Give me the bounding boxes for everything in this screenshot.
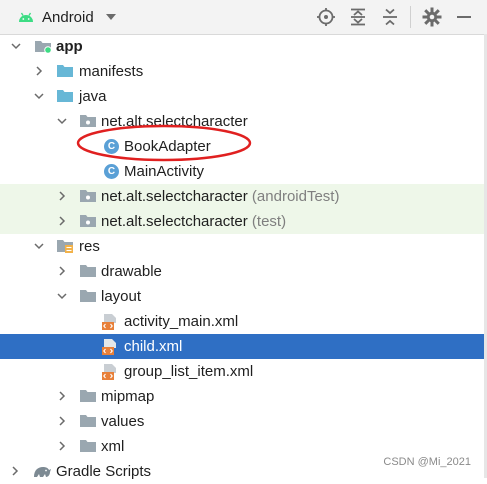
chevron-right-icon[interactable] — [10, 466, 20, 476]
xml-file-icon — [102, 364, 116, 380]
tree-label-activity-main-xml: activity_main.xml — [124, 313, 239, 330]
xml-file-icon — [102, 314, 116, 330]
source-set-suffix: (test) — [251, 213, 287, 230]
tree-label-java: java — [79, 88, 107, 105]
chevron-down-icon[interactable] — [11, 41, 21, 51]
tree-label-manifests: manifests — [79, 63, 144, 80]
chevron-down-icon[interactable] — [57, 291, 67, 301]
chevron-down-icon[interactable] — [57, 116, 67, 126]
chevron-down-icon[interactable] — [34, 91, 44, 101]
source-set-suffix: (androidTest) — [251, 188, 340, 205]
tree-item-drawable[interactable]: drawable — [0, 259, 487, 284]
class-icon: C — [104, 164, 119, 179]
tree-label-values: values — [101, 413, 145, 430]
gear-icon[interactable] — [422, 7, 442, 27]
module-folder-icon — [35, 41, 52, 54]
tree-item-package-android-test[interactable]: net.alt.selectcharacter (androidTest) — [0, 184, 487, 209]
tree-item-mipmap[interactable]: mipmap — [0, 384, 487, 409]
tree-label-app: app — [56, 38, 83, 55]
tree-label-mipmap: mipmap — [101, 388, 155, 405]
folder-icon — [57, 90, 73, 102]
tree-label-child-xml: child.xml — [124, 338, 183, 355]
tree-item-values[interactable]: values — [0, 409, 487, 434]
folder-icon — [80, 265, 96, 277]
package-icon — [80, 215, 96, 227]
chevron-right-icon[interactable] — [57, 391, 67, 401]
chevron-down-icon — [105, 14, 116, 20]
view-title: Android — [42, 8, 94, 26]
class-icon: C — [104, 139, 119, 154]
tree-item-layout[interactable]: layout — [0, 284, 487, 309]
tree-label-gradle-scripts: Gradle Scripts — [56, 463, 152, 480]
chevron-right-icon[interactable] — [57, 441, 67, 451]
tree-item-manifests[interactable]: manifests — [0, 59, 487, 84]
chevron-right-icon[interactable] — [34, 66, 44, 76]
tree-item-book-adapter[interactable]: C BookAdapter — [0, 134, 487, 159]
hide-icon[interactable] — [454, 7, 474, 27]
tree-label-main-activity: MainActivity — [124, 163, 205, 180]
tree-item-app[interactable]: app — [0, 34, 487, 59]
project-view-selector[interactable]: Android — [18, 6, 116, 28]
tree-label-group-list-item-xml: group_list_item.xml — [124, 363, 254, 380]
package-icon — [80, 190, 96, 202]
folder-icon — [80, 415, 96, 427]
tree-item-package-main[interactable]: net.alt.selectcharacter — [0, 109, 487, 134]
tree-label-res: res — [79, 238, 100, 255]
package-icon — [80, 115, 96, 127]
tree-item-activity-main-xml[interactable]: activity_main.xml — [0, 309, 487, 334]
toolbar-separator — [410, 6, 411, 28]
tree-item-child-xml[interactable]: child.xml — [0, 334, 487, 359]
tree-label-book-adapter: BookAdapter — [124, 138, 211, 155]
xml-file-icon — [102, 339, 116, 355]
tree-label-layout: layout — [101, 288, 142, 305]
tree-label-package-test: net.alt.selectcharacter (test) — [101, 209, 286, 234]
chevron-right-icon[interactable] — [57, 191, 67, 201]
chevron-down-icon[interactable] — [34, 241, 44, 251]
resource-folder-icon — [57, 240, 73, 253]
gradle-icon — [34, 467, 51, 477]
tree-item-package-test[interactable]: net.alt.selectcharacter (test) — [0, 209, 487, 234]
tree-label-package-main: net.alt.selectcharacter — [101, 113, 248, 130]
watermark: CSDN @Mi_2021 — [383, 456, 471, 468]
tree-item-main-activity[interactable]: C MainActivity — [0, 159, 487, 184]
tree-item-java[interactable]: java — [0, 84, 487, 109]
tree-label-xml: xml — [101, 438, 125, 455]
tree-label-package-android-test: net.alt.selectcharacter (androidTest) — [101, 184, 339, 209]
folder-icon — [80, 290, 96, 302]
locate-icon[interactable] — [316, 7, 336, 27]
folder-icon — [57, 65, 73, 77]
package-name: net.alt.selectcharacter — [101, 213, 248, 230]
project-toolbar: Android — [0, 0, 487, 35]
collapse-all-icon[interactable] — [380, 7, 400, 27]
tree-label-drawable: drawable — [101, 263, 162, 280]
chevron-right-icon[interactable] — [57, 216, 67, 226]
expand-all-icon[interactable] — [348, 7, 368, 27]
tree-item-res[interactable]: res — [0, 234, 487, 259]
tree-item-group-list-item-xml[interactable]: group_list_item.xml — [0, 359, 487, 384]
package-name: net.alt.selectcharacter — [101, 188, 248, 205]
android-icon — [19, 12, 33, 22]
folder-icon — [80, 390, 96, 402]
chevron-right-icon[interactable] — [57, 416, 67, 426]
chevron-right-icon[interactable] — [57, 266, 67, 276]
folder-icon — [80, 440, 96, 452]
